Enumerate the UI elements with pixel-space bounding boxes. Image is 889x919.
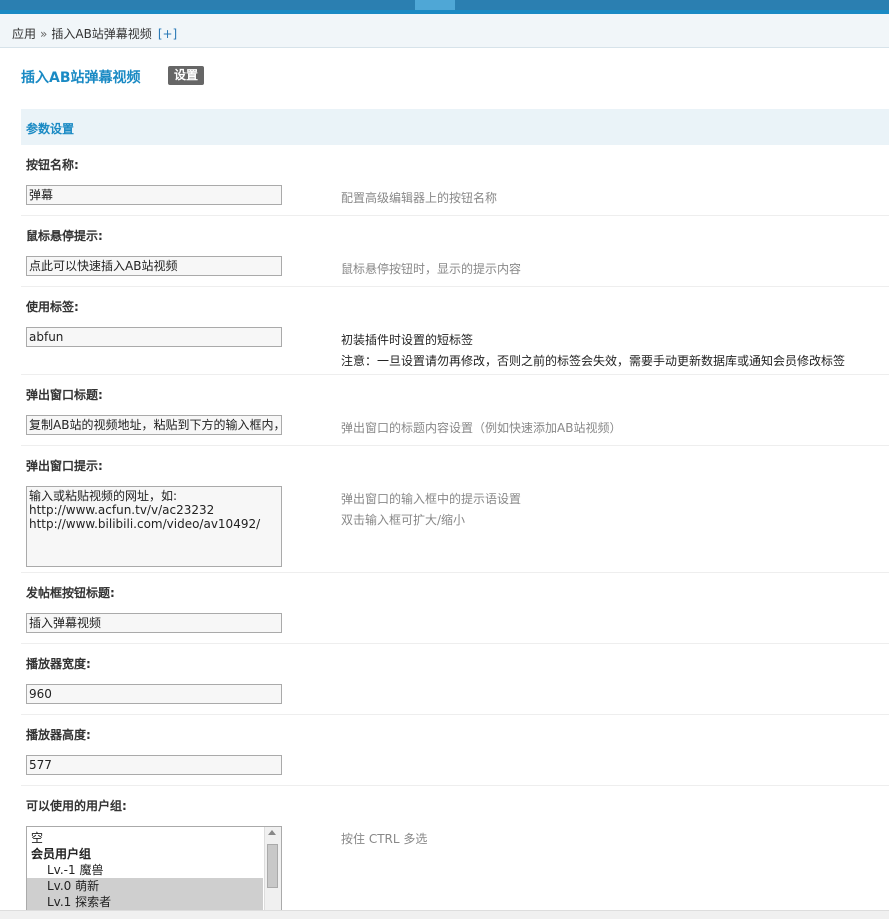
tag-warning: 注意：一旦设置请勿再修改，否则之前的标签会失效，需要手动更新数据库或通知会员修改… [341,354,846,368]
breadcrumb-separator: » [40,27,48,41]
page-title: 插入AB站弹幕视频 [21,70,141,86]
hover-tip-hint: 鼠标悬停按钮时，显示的提示内容 [341,262,522,276]
user-group-option[interactable]: 空 [27,830,263,846]
breadcrumb-root-link[interactable]: 应用 [12,27,36,41]
hover-tip-input[interactable]: 点此可以快速插入AB站视频 [26,256,282,276]
user-group-heading: 会员用户组 [31,847,92,861]
scroll-up-arrow-icon[interactable] [268,830,276,835]
top-nav-active-tab[interactable] [415,0,455,10]
row-divider [21,714,889,715]
row-divider [21,215,889,216]
player-width-input[interactable]: 960 [26,684,282,704]
row-divider [21,374,889,375]
player-height-input[interactable]: 577 [26,755,282,775]
section-header: 参数设置 [21,109,889,145]
popup-prompt-hint: 弹出窗口的输入框中的提示语设置 [341,492,522,506]
button-name-hint: 配置高级编辑器上的按钮名称 [341,191,498,205]
popup-title-label: 弹出窗口标题: [26,388,103,402]
popup-prompt-textarea[interactable]: 输入或粘贴视频的网址，如: http://www.acfun.tv/v/ac23… [26,486,282,567]
user-groups-select[interactable]: 空 会员用户组 Lv.-1 魔兽 Lv.0 萌新 Lv.1 探索者 [26,826,282,918]
tag-input[interactable]: abfun [26,327,282,347]
scrollbar-thumb[interactable] [267,844,278,888]
popup-prompt-resize-hint: 双击输入框可扩大/缩小 [341,513,466,527]
popup-title-hint: 弹出窗口的标题内容设置（例如快速添加AB站视频） [341,421,622,435]
user-group-option-selected[interactable]: Lv.1 探索者 [27,894,263,910]
button-name-label: 按钮名称: [26,158,79,172]
post-button-title-input[interactable]: 插入弹幕视频 [26,613,282,633]
breadcrumb: 应用 » 插入AB站弹幕视频 [+] [0,14,889,48]
row-divider [21,785,889,786]
user-group-option-selected[interactable]: Lv.0 萌新 [27,878,263,894]
top-nav-bar [0,0,889,10]
tag-label: 使用标签: [26,300,79,314]
section-title: 参数设置 [26,122,75,136]
row-divider [21,286,889,287]
user-groups-hint: 按住 CTRL 多选 [341,832,428,846]
button-name-input[interactable]: 弹幕 [26,185,282,205]
breadcrumb-current[interactable]: 插入AB站弹幕视频 [51,27,151,41]
popup-prompt-label: 弹出窗口提示: [26,459,103,473]
user-group-option[interactable]: Lv.-1 魔兽 [27,862,263,878]
popup-title-input[interactable]: 复制AB站的视频地址，粘贴到下方的输入框内， [26,415,282,435]
row-divider [21,643,889,644]
select-scrollbar[interactable] [264,827,281,917]
hover-tip-label: 鼠标悬停提示: [26,229,103,243]
user-groups-label: 可以使用的用户组: [26,799,127,813]
player-width-label: 播放器宽度: [26,657,91,671]
tag-hint: 初装插件时设置的短标签 [341,333,474,347]
player-height-label: 播放器高度: [26,728,91,742]
breadcrumb-add-link[interactable]: [+] [158,27,177,41]
post-button-title-label: 发帖框按钮标题: [26,586,115,600]
tab-settings[interactable]: 设置 [168,66,205,85]
row-divider [21,445,889,446]
row-divider [21,572,889,573]
